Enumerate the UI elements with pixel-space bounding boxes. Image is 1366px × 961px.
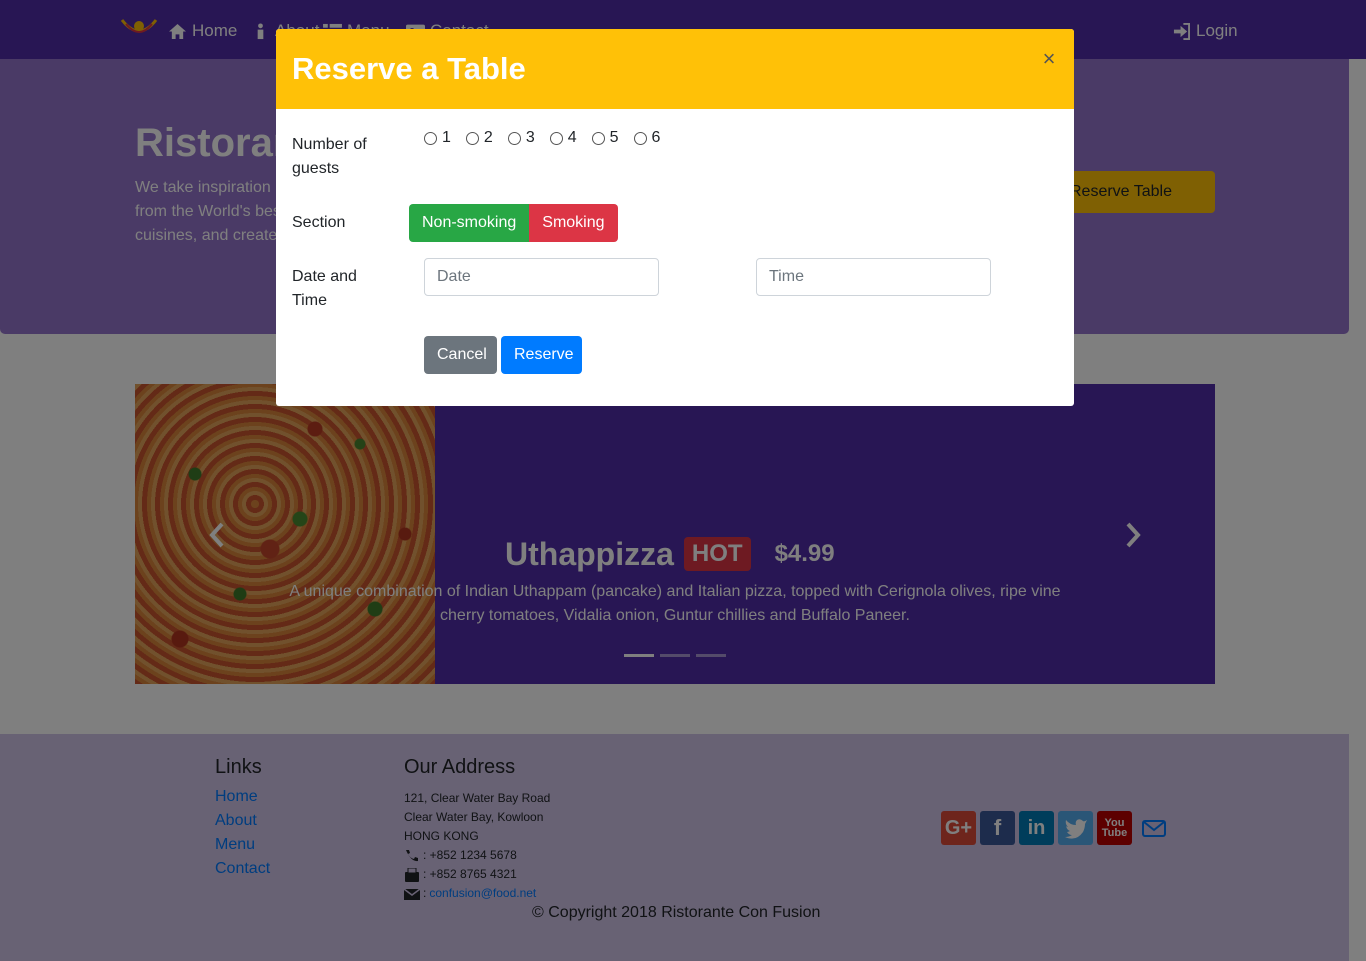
guests-label: Number of guests — [292, 136, 367, 177]
guests-radio-group: 1 2 3 4 5 6 — [424, 128, 675, 148]
modal-header: Reserve a Table × — [276, 29, 1074, 109]
datetime-label: Date and Time — [292, 268, 357, 309]
radio-circle[interactable] — [633, 131, 647, 145]
guests-option-3[interactable]: 3 — [507, 128, 535, 148]
guests-option-label: 2 — [483, 129, 493, 146]
radio-circle[interactable] — [507, 131, 521, 145]
reserve-table-modal: Reserve a Table × Number of guests 1 2 3… — [276, 29, 1074, 406]
non-smoking-button[interactable]: Non-smoking — [409, 204, 530, 242]
smoking-button[interactable]: Smoking — [529, 204, 618, 242]
guests-option-label: 3 — [525, 129, 535, 146]
radio-circle[interactable] — [465, 131, 479, 145]
guests-option-2[interactable]: 2 — [465, 128, 493, 148]
guests-option-5[interactable]: 5 — [591, 128, 619, 148]
guests-option-4[interactable]: 4 — [549, 128, 577, 148]
time-input[interactable] — [756, 258, 991, 296]
guests-option-label: 5 — [609, 129, 619, 146]
guests-option-1[interactable]: 1 — [424, 128, 451, 148]
modal-title: Reserve a Table — [292, 51, 526, 86]
guests-option-label: 6 — [651, 129, 661, 146]
close-button[interactable]: × — [1040, 47, 1058, 71]
cancel-button[interactable]: Cancel — [424, 336, 497, 374]
guests-option-6[interactable]: 6 — [633, 128, 661, 148]
radio-circle[interactable] — [591, 131, 605, 145]
guests-option-label: 4 — [567, 129, 577, 146]
guests-option-label: 1 — [442, 129, 451, 146]
radio-circle[interactable] — [424, 131, 437, 145]
section-toggle: Non-smoking Smoking — [409, 204, 618, 242]
reserve-button[interactable]: Reserve — [501, 336, 582, 374]
date-input[interactable] — [424, 258, 659, 296]
radio-circle[interactable] — [549, 131, 563, 145]
section-label: Section — [292, 214, 346, 231]
